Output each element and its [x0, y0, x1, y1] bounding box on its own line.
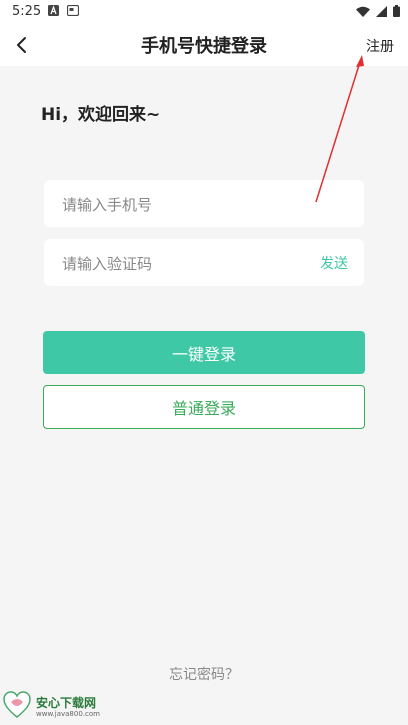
quick-login-label: 一键登录 — [171, 344, 236, 364]
app-bar: 手机号快捷登录 注册 — [0, 24, 408, 66]
greeting-heading: Hi，欢迎回来~ — [41, 105, 161, 125]
send-code-button[interactable]: 发送 — [320, 253, 348, 273]
watermark: 安心下载网 www.java800.com — [2, 690, 100, 724]
watermark-url: www.java800.com — [36, 709, 100, 718]
phone-field-container — [44, 180, 364, 229]
screen-notification-icon — [66, 4, 80, 20]
verification-code-input[interactable] — [60, 239, 304, 288]
phone-input[interactable] — [60, 180, 304, 229]
status-time: 5:25 — [12, 4, 42, 19]
normal-login-button[interactable]: 普通登录 — [43, 385, 365, 429]
forgot-password-link[interactable]: 忘记密码？ — [0, 664, 408, 684]
quick-login-button[interactable]: 一键登录 — [43, 331, 365, 374]
register-link[interactable]: 注册 — [366, 36, 394, 56]
heart-logo-icon — [2, 690, 32, 724]
wifi-icon — [356, 6, 370, 21]
watermark-name: 安心下载网 — [36, 695, 97, 710]
page-title: 手机号快捷登录 — [141, 36, 267, 57]
code-field-container: 发送 — [44, 239, 364, 288]
status-bar: 5:25 — [0, 0, 408, 24]
normal-login-label: 普通登录 — [171, 399, 236, 418]
a-notification-icon — [48, 5, 59, 20]
battery-icon — [393, 5, 400, 21]
signal-icon — [376, 5, 387, 21]
